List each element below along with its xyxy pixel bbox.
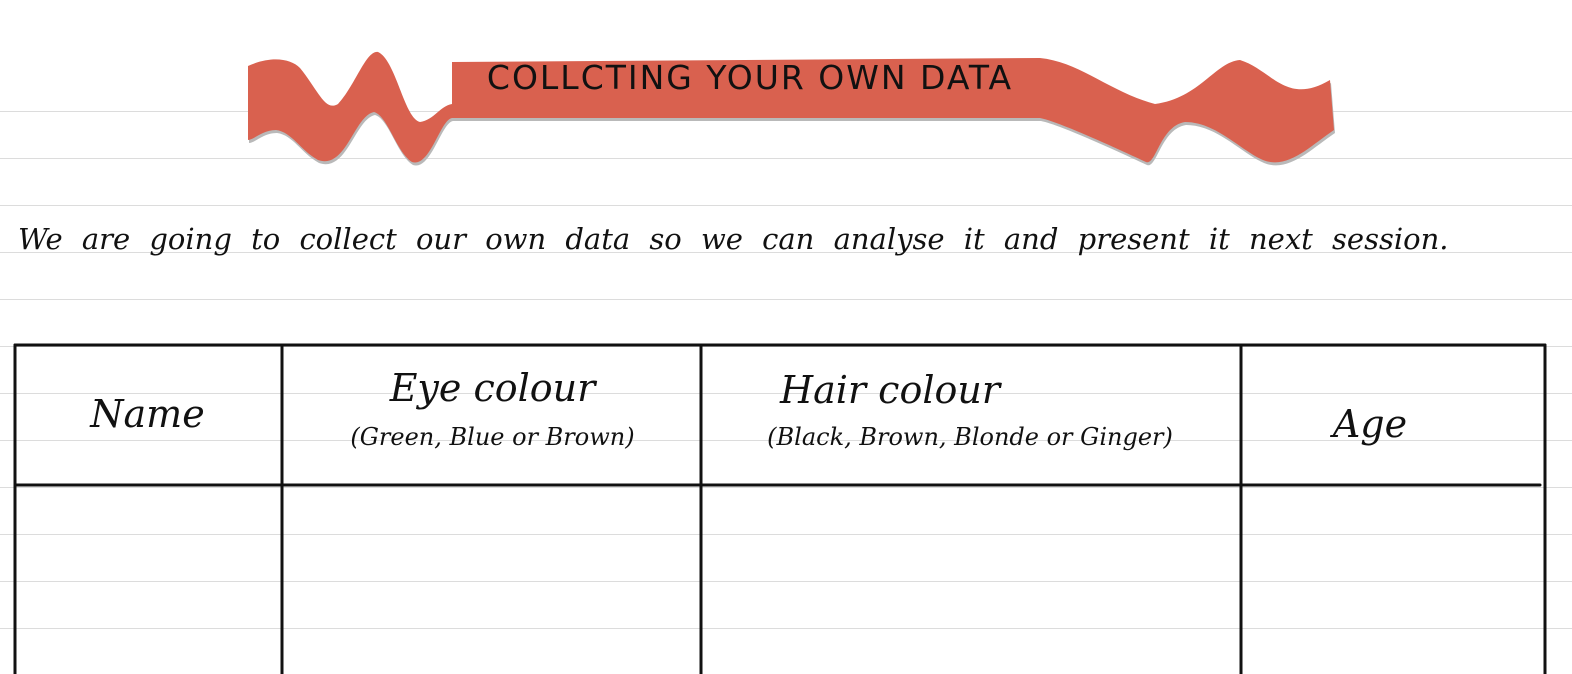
column-header-eye-colour: Eye colour [389, 366, 596, 410]
column-header-hair-colour: Hair colour [779, 368, 1001, 412]
cell-hair-colour[interactable] [703, 486, 1240, 674]
table-row [15, 486, 1545, 674]
column-header-age: Age [1332, 402, 1408, 446]
column-header-name: Name [90, 392, 205, 436]
column-subheader-eye-colour: (Green, Blue or Brown) [350, 423, 635, 451]
cell-name[interactable] [17, 486, 281, 674]
cell-age[interactable] [1243, 486, 1543, 674]
cell-eye-colour[interactable] [284, 486, 701, 674]
column-subheader-hair-colour: (Black, Brown, Blonde or Ginger) [767, 423, 1173, 451]
